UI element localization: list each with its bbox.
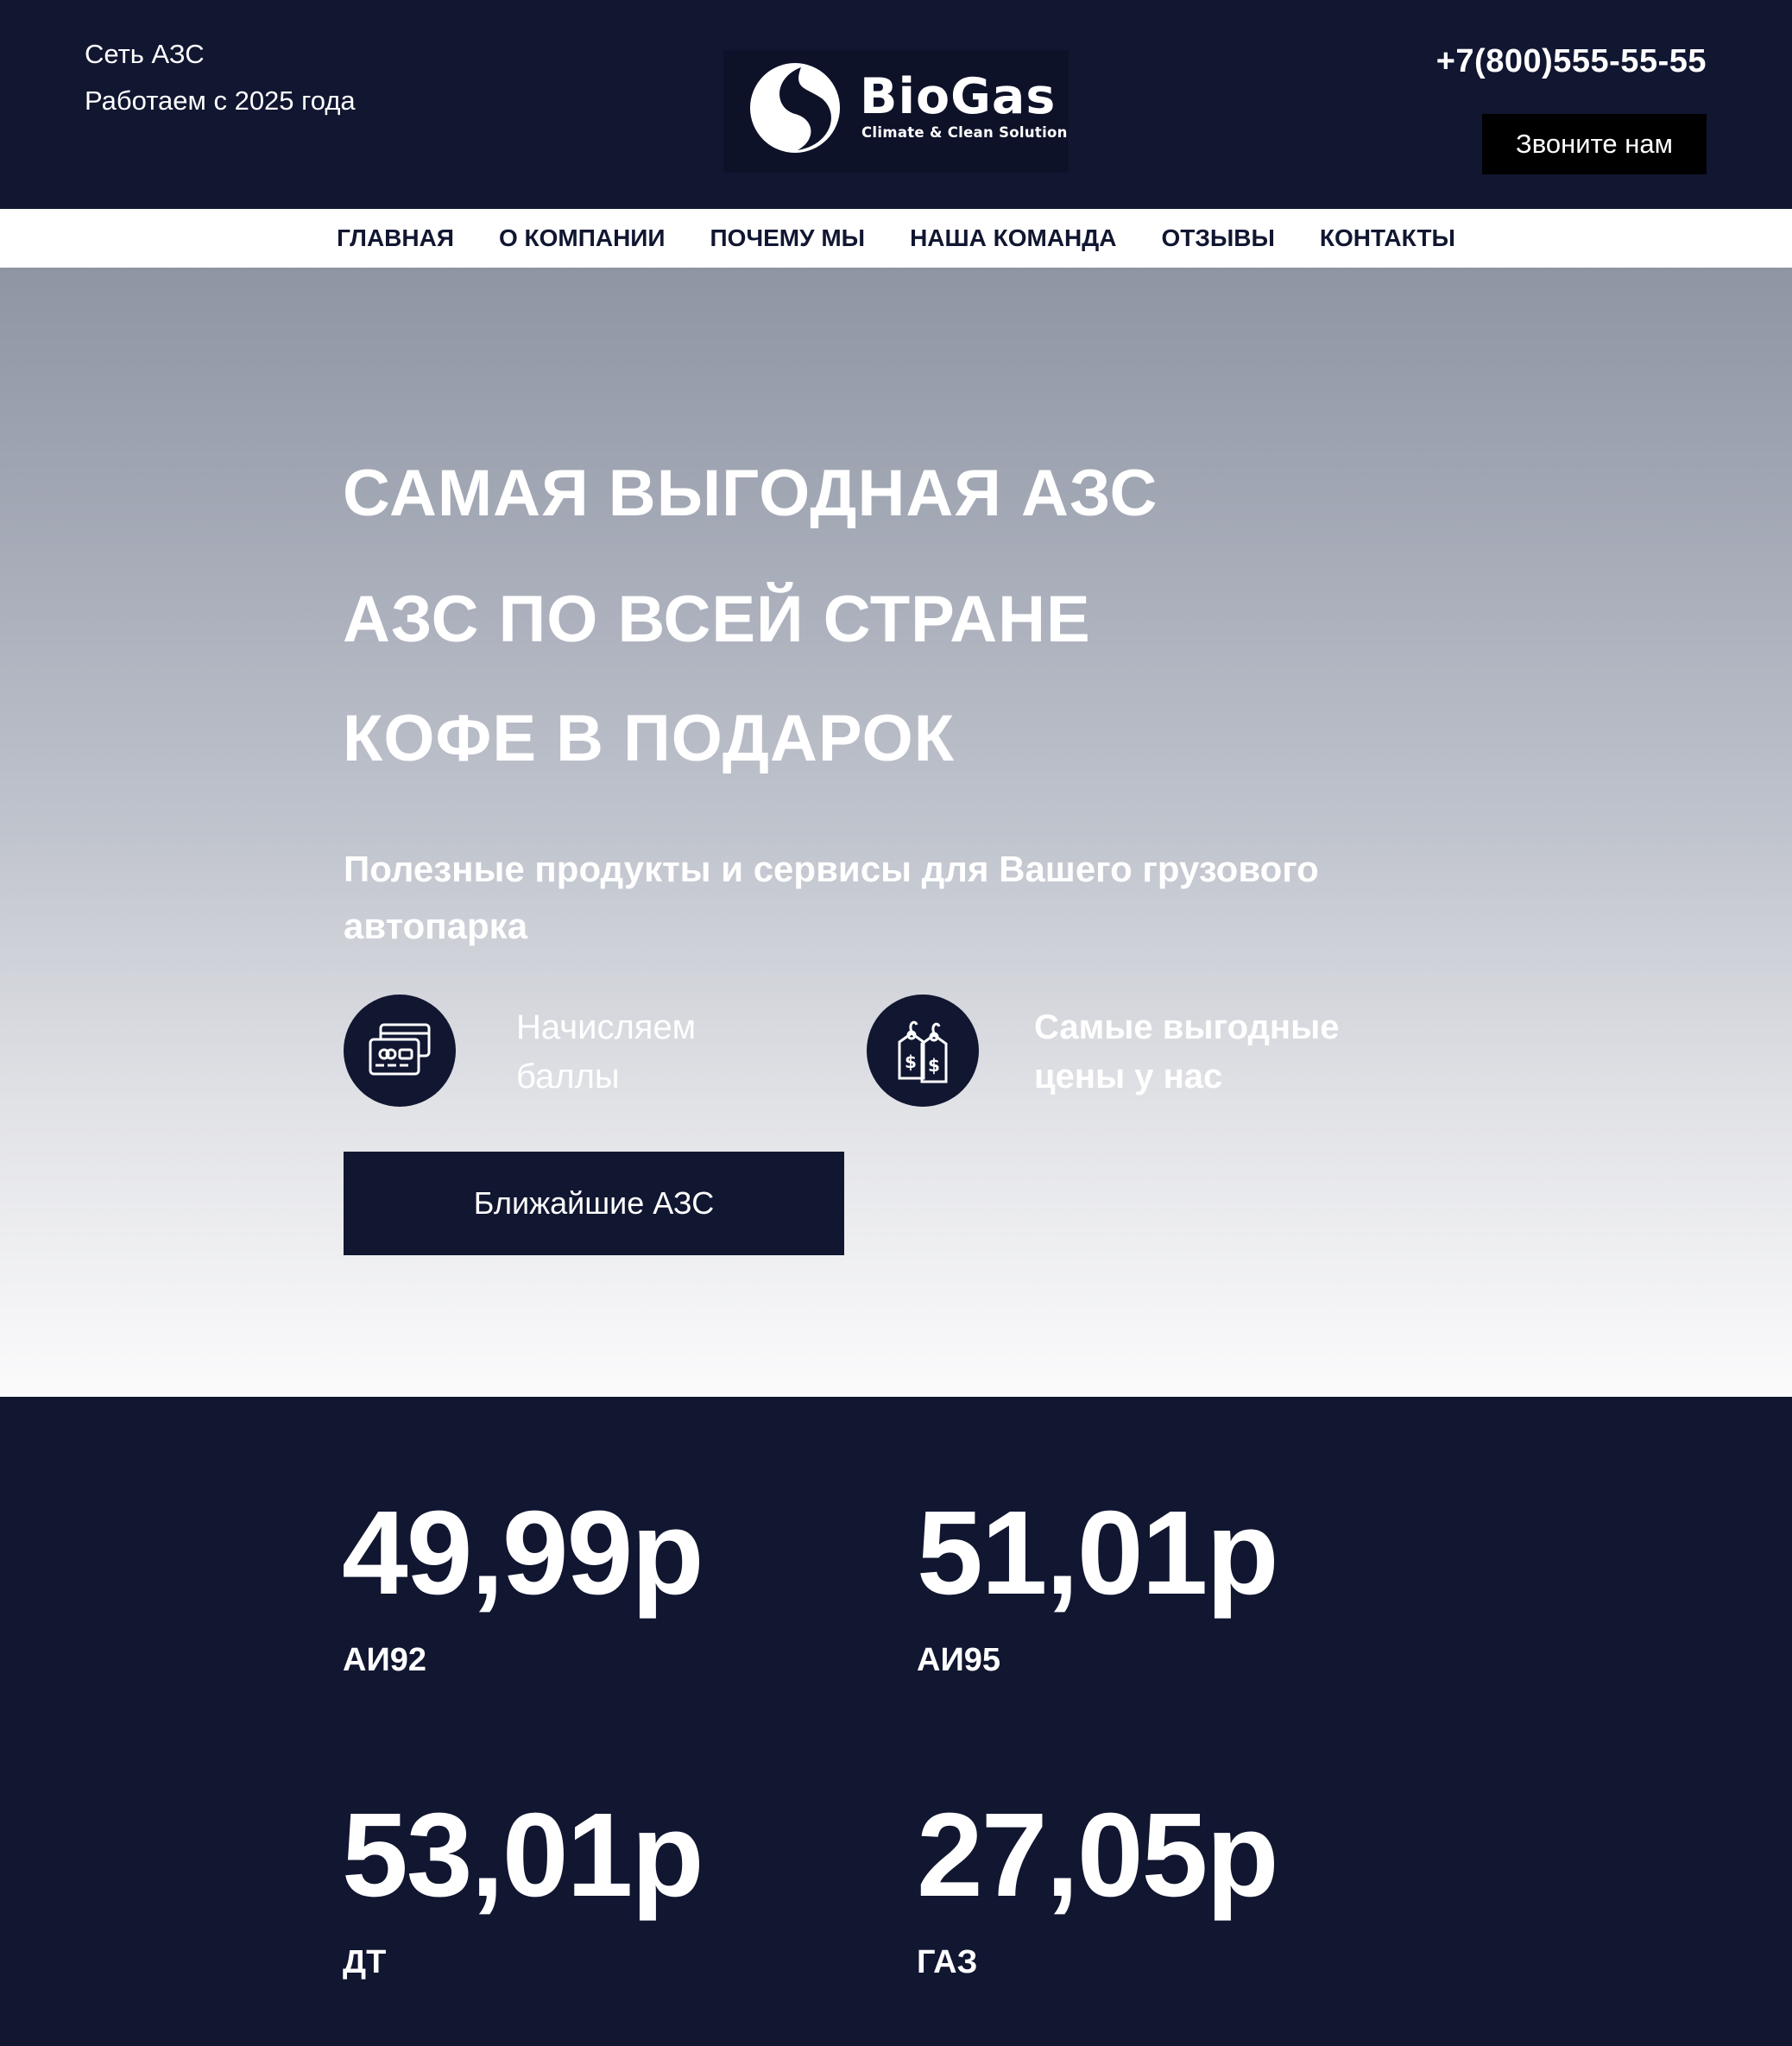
- price-gas-label: ГАЗ: [917, 1944, 978, 1980]
- price-tags-icon: $ $: [867, 995, 979, 1107]
- credit-card-icon: [344, 995, 456, 1107]
- main-nav: ГЛАВНАЯ О КОМПАНИИ ПОЧЕМУ МЫ НАША КОМАНД…: [0, 209, 1792, 268]
- feature-prices: Самые выгодные цены у нас: [1034, 1003, 1339, 1102]
- logo-name: BioGas: [860, 68, 1057, 125]
- hero-headline-best: САМАЯ ВЫГОДНАЯ АЗС: [343, 457, 1158, 530]
- feature-prices-line1: Самые выгодные: [1034, 1008, 1340, 1046]
- svg-text:$: $: [905, 1051, 917, 1072]
- nav-item-why-us[interactable]: ПОЧЕМУ МЫ: [710, 224, 866, 252]
- price-ai95-value: 51,01р: [917, 1487, 1279, 1620]
- nav-item-contacts[interactable]: КОНТАКТЫ: [1320, 224, 1455, 252]
- price-diesel-label: ДТ: [343, 1944, 387, 1980]
- price-gas-value: 27,05р: [917, 1789, 1279, 1922]
- phone-number[interactable]: +7(800)555-55-55: [1436, 43, 1707, 80]
- tagline-since: Работаем с 2025 года: [85, 85, 356, 116]
- feature-points-line2: баллы: [516, 1058, 620, 1096]
- nearest-stations-button[interactable]: Ближайшие АЗС: [344, 1152, 844, 1255]
- nav-item-team[interactable]: НАША КОМАНДА: [910, 224, 1116, 252]
- hero-section: САМАЯ ВЫГОДНАЯ АЗС АЗС ПО ВСЕЙ СТРАНЕ КО…: [0, 268, 1792, 1397]
- price-ai92-label: АИ92: [343, 1642, 427, 1678]
- feature-prices-line2: цены у нас: [1034, 1058, 1223, 1096]
- fuel-prices-section: 49,99р АИ92 51,01р АИ95 53,01р ДТ 27,05р…: [0, 1397, 1792, 2046]
- tagline-network: Сеть АЗС: [85, 39, 205, 69]
- hero-headline-coffee: КОФЕ В ПОДАРОК: [343, 702, 956, 775]
- site-header: Сеть АЗС Работаем с 2025 года BioGas Cli…: [0, 0, 1792, 209]
- hero-headline-country: АЗС ПО ВСЕЙ СТРАНЕ: [343, 583, 1091, 656]
- biogas-logo[interactable]: BioGas Climate & Clean Solution: [723, 50, 1069, 173]
- drop-swirl-icon: [750, 63, 840, 153]
- feature-points-line1: Начисляем: [516, 1008, 697, 1046]
- price-diesel-value: 53,01р: [342, 1789, 704, 1922]
- feature-points: Начисляем баллы: [516, 1003, 696, 1102]
- logo-subtitle: Climate & Clean Solution: [861, 124, 1068, 141]
- price-ai92-value: 49,99р: [342, 1487, 704, 1620]
- hero-subtitle: Полезные продукты и сервисы для Вашего г…: [344, 849, 1319, 946]
- call-us-button[interactable]: Звоните нам: [1482, 114, 1707, 174]
- svg-text:$: $: [928, 1055, 940, 1076]
- nav-item-home[interactable]: ГЛАВНАЯ: [337, 224, 454, 252]
- nav-item-about[interactable]: О КОМПАНИИ: [499, 224, 666, 252]
- price-ai95-label: АИ95: [917, 1642, 1001, 1678]
- nav-item-reviews[interactable]: ОТЗЫВЫ: [1161, 224, 1274, 252]
- header-tagline: Сеть АЗС Работаем с 2025 года: [85, 31, 356, 124]
